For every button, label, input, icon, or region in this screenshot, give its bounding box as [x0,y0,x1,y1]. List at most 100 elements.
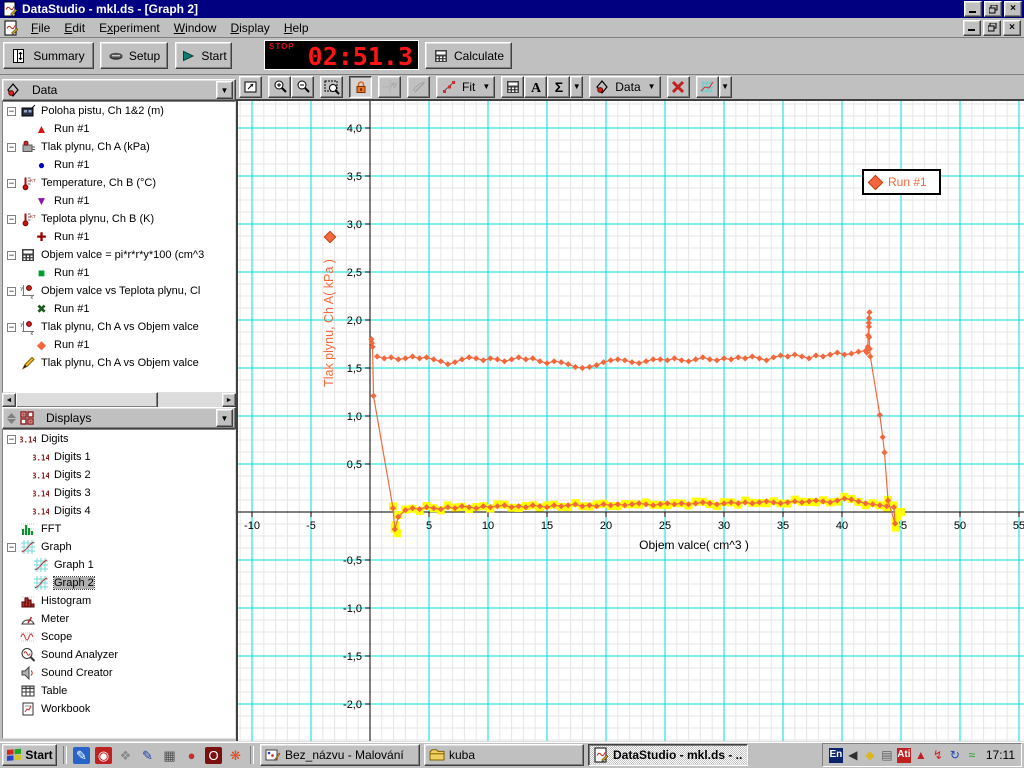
child-minimize-button[interactable] [963,20,981,36]
expander-icon[interactable]: − [7,107,16,116]
statistics-button[interactable]: Σ [547,76,570,98]
display-item-3[interactable]: 3.14Digits 3 [3,484,235,502]
start-menu-button[interactable]: Start [2,744,57,766]
expander-icon[interactable]: − [7,287,16,296]
flame-icon[interactable]: ❋ [227,747,244,764]
display-item-6[interactable]: −Graph [3,538,235,556]
scroll-left-button[interactable]: ◄ [2,393,16,407]
calculator-icon[interactable]: ▦ [161,747,178,764]
volume-icon[interactable]: ◀ [846,748,860,763]
expander-icon[interactable]: − [7,543,16,552]
data-item-11[interactable]: ✖Run #1 [3,300,235,318]
menu-edit[interactable]: Edit [57,19,92,37]
data-panel-dropdown[interactable]: ▼ [216,81,233,99]
display-item-1[interactable]: 3.14Digits 1 [3,448,235,466]
data-item-5[interactable]: ▼Run #1 [3,192,235,210]
ati-icon[interactable]: Ati [897,748,911,763]
graph-settings-dropdown[interactable]: ▼ [719,76,732,98]
expander-icon[interactable]: − [7,251,16,260]
data-menu-button[interactable]: Data▼ [589,76,660,98]
desktop-pen-icon[interactable]: ✎ [73,747,90,764]
expander-icon[interactable]: − [7,435,16,444]
expander-icon[interactable]: − [7,323,16,332]
menu-file[interactable]: File [24,19,57,37]
task-paint[interactable]: Bez_názvu - Malování [260,744,420,766]
data-item-6[interactable]: −KTDTeplota plynu, Ch B (K) [3,210,235,228]
zoom-select-button[interactable] [320,76,343,98]
data-item-3[interactable]: ●Run #1 [3,156,235,174]
display-item-5[interactable]: FFT [3,520,235,538]
display-item-13[interactable]: Sound Creator [3,664,235,682]
data-item-1[interactable]: ▲Run #1 [3,120,235,138]
scheduler-icon[interactable]: ▤ [880,748,894,763]
plot-area[interactable]: 4,03,53,02,52,01,51,00,5-0,5-1,0-1,5-2,0… [238,101,1024,741]
expander-icon[interactable]: − [7,179,16,188]
display-item-12[interactable]: Sound Analyzer [3,646,235,664]
display-item-14[interactable]: Table [3,682,235,700]
splitter-icon[interactable] [5,410,17,426]
display-item-8[interactable]: Graph 2 [3,574,235,592]
display-item-2[interactable]: 3.14Digits 2 [3,466,235,484]
xy-tool-button[interactable]: xy [378,76,401,98]
zoom-in-button[interactable] [268,76,291,98]
data-item-0[interactable]: −Poloha pistu, Ch 1&2 (m) [3,102,235,120]
display-item-11[interactable]: Scope [3,628,235,646]
graph-settings-button[interactable] [696,76,719,98]
refresh-icon[interactable]: ↻ [948,748,962,763]
statistics-dropdown[interactable]: ▼ [570,76,583,98]
data-item-2[interactable]: −Tlak plynu, Ch A (kPa) [3,138,235,156]
task-folder-kuba[interactable]: kuba [424,744,584,766]
signal-icon[interactable]: ≈ [965,748,979,763]
menu-experiment[interactable]: Experiment [92,19,167,37]
display-item-15[interactable]: Workbook [3,700,235,718]
dragon-icon[interactable]: ● [183,747,200,764]
pen-icon[interactable]: ✎ [139,747,156,764]
calculate-button[interactable]: Calculate [425,42,512,69]
restore-button[interactable] [984,1,1002,17]
display-item-9[interactable]: Histogram [3,592,235,610]
expander-icon[interactable]: − [7,215,16,224]
menu-help[interactable]: Help [277,19,316,37]
display-item-0[interactable]: −3.14Digits [3,430,235,448]
red-app-icon[interactable]: ▲ [914,748,928,763]
scroll-right-button[interactable]: ► [222,393,236,407]
bird-icon[interactable]: ❖ [117,747,134,764]
display-item-4[interactable]: 3.14Digits 4 [3,502,235,520]
data-item-8[interactable]: −Objem valce = pi*r*r*y*100 (cm^3 [3,246,235,264]
child-close-button[interactable]: × [1003,20,1021,36]
expander-icon[interactable]: − [7,143,16,152]
calculate-tool-button[interactable] [501,76,524,98]
display-icon[interactable]: ◆ [863,748,877,763]
delete-tool-button[interactable] [667,76,690,98]
data-item-9[interactable]: ■Run #1 [3,264,235,282]
acrobat-icon[interactable]: ◉ [95,747,112,764]
displays-panel-header[interactable]: Displays ▼ [2,407,236,429]
displays-panel-dropdown[interactable]: ▼ [216,409,233,427]
start-experiment-button[interactable]: Start [175,42,232,69]
scale-to-fit-button[interactable] [239,76,262,98]
data-item-14[interactable]: Tlak plynu, Ch A vs Objem valce [3,354,235,372]
slope-tool-button[interactable] [407,76,430,98]
minimize-button[interactable] [964,1,982,17]
smart-tool-button[interactable] [349,76,372,98]
fit-menu-button[interactable]: Fit▼ [436,76,495,98]
legend[interactable]: Run #1 [862,169,941,195]
data-item-7[interactable]: ✚Run #1 [3,228,235,246]
document-icon[interactable] [3,20,20,36]
data-panel-header[interactable]: Data ▼ [2,79,236,101]
display-item-7[interactable]: Graph 1 [3,556,235,574]
data-item-4[interactable]: −KTDTemperature, Ch B (°C) [3,174,235,192]
data-tree-horizontal-scrollbar[interactable]: ◄ ► [2,393,236,407]
summary-button[interactable]: Summary [3,42,94,69]
setup-button[interactable]: Setup [100,42,168,69]
display-item-10[interactable]: Meter [3,610,235,628]
child-restore-button[interactable] [983,20,1001,36]
graph-display-area[interactable]: 4,03,53,02,52,01,51,00,5-0,5-1,0-1,5-2,0… [236,99,1024,741]
power-icon[interactable]: ↯ [931,748,945,763]
data-item-10[interactable]: −yxObjem valce vs Teplota plynu, Cl [3,282,235,300]
menu-window[interactable]: Window [167,19,224,37]
text-annotation-button[interactable]: A [524,76,547,98]
opera-icon[interactable]: O [205,747,222,764]
language-indicator[interactable]: En [829,748,843,763]
close-button[interactable]: × [1004,1,1022,17]
